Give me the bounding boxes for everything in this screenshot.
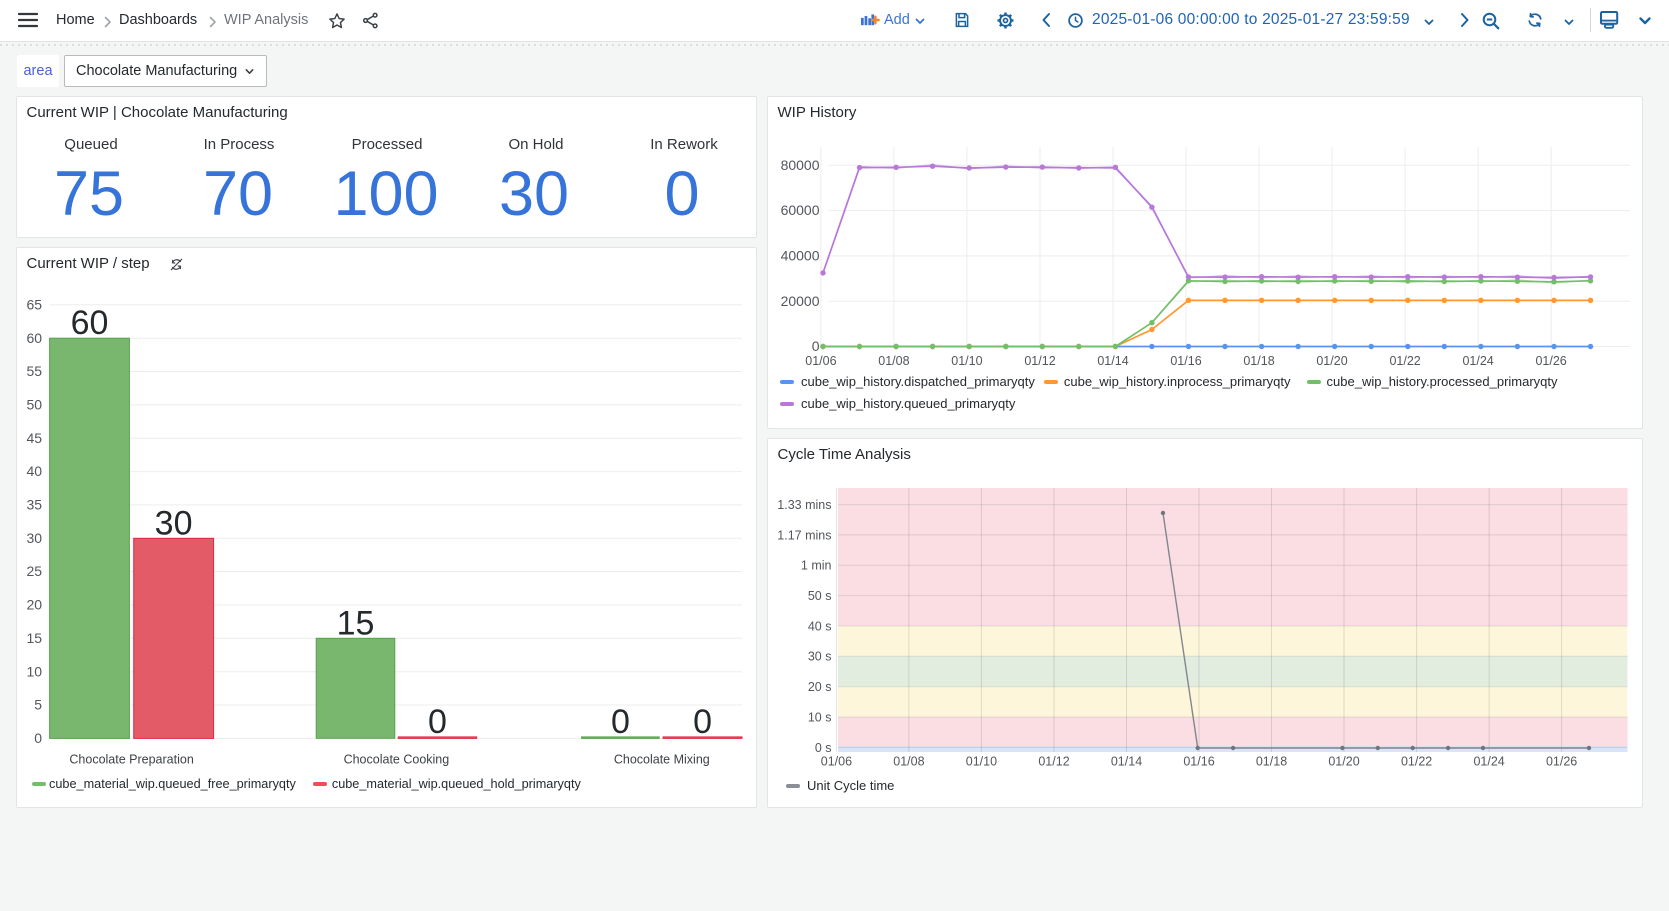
svg-text:30: 30 [155,504,193,542]
svg-text:10 s: 10 s [808,710,832,724]
svg-text:1.17 mins: 1.17 mins [777,528,831,542]
svg-text:01/14: 01/14 [1111,755,1142,769]
svg-text:0: 0 [611,703,630,741]
svg-text:0: 0 [428,703,447,741]
svg-text:01/20: 01/20 [1328,755,1359,769]
svg-text:Chocolate Mixing: Chocolate Mixing [614,753,710,767]
svg-text:01/12: 01/12 [1038,755,1069,769]
svg-text:45: 45 [27,430,43,446]
svg-text:Chocolate Preparation: Chocolate Preparation [69,753,193,767]
svg-text:01/18: 01/18 [1256,755,1287,769]
svg-text:50: 50 [27,397,43,413]
svg-text:40 s: 40 s [808,619,832,633]
svg-text:30: 30 [27,530,43,546]
svg-text:60: 60 [27,330,43,346]
svg-text:0: 0 [693,703,712,741]
svg-text:01/08: 01/08 [893,755,924,769]
svg-text:10: 10 [27,663,43,679]
svg-text:15: 15 [337,604,375,642]
svg-text:Chocolate Cooking: Chocolate Cooking [344,753,450,767]
svg-text:01/22: 01/22 [1389,354,1420,368]
svg-text:60: 60 [71,304,109,342]
svg-text:01/26: 01/26 [1546,755,1577,769]
svg-text:55: 55 [27,363,43,379]
svg-text:01/16: 01/16 [1183,755,1214,769]
svg-text:01/06: 01/06 [805,354,836,368]
svg-text:01/12: 01/12 [1024,354,1055,368]
svg-text:15: 15 [27,630,43,646]
svg-text:20000: 20000 [781,293,820,309]
svg-text:65: 65 [27,296,43,312]
svg-text:01/10: 01/10 [966,755,997,769]
svg-text:0 s: 0 s [815,741,832,755]
svg-text:25: 25 [27,563,43,579]
svg-text:01/24: 01/24 [1462,354,1493,368]
svg-text:35: 35 [27,497,43,513]
svg-text:01/24: 01/24 [1473,755,1504,769]
svg-text:01/06: 01/06 [821,755,852,769]
svg-text:0: 0 [34,730,42,746]
svg-text:60000: 60000 [781,202,820,218]
svg-text:20: 20 [27,597,43,613]
svg-text:1.33 mins: 1.33 mins [777,498,831,512]
svg-text:01/20: 01/20 [1316,354,1347,368]
svg-text:40: 40 [27,463,43,479]
svg-text:0: 0 [812,338,820,354]
svg-text:5: 5 [34,697,42,713]
svg-text:30 s: 30 s [808,650,832,664]
svg-text:01/08: 01/08 [878,354,909,368]
svg-text:1 min: 1 min [801,559,832,573]
svg-text:80000: 80000 [781,157,820,173]
svg-text:01/18: 01/18 [1243,354,1274,368]
svg-text:01/26: 01/26 [1535,354,1566,368]
svg-text:40000: 40000 [781,248,820,264]
svg-text:01/10: 01/10 [951,354,982,368]
svg-text:50 s: 50 s [808,589,832,603]
svg-text:01/16: 01/16 [1170,354,1201,368]
svg-text:01/22: 01/22 [1401,755,1432,769]
svg-text:20 s: 20 s [808,680,832,694]
svg-text:01/14: 01/14 [1097,354,1128,368]
